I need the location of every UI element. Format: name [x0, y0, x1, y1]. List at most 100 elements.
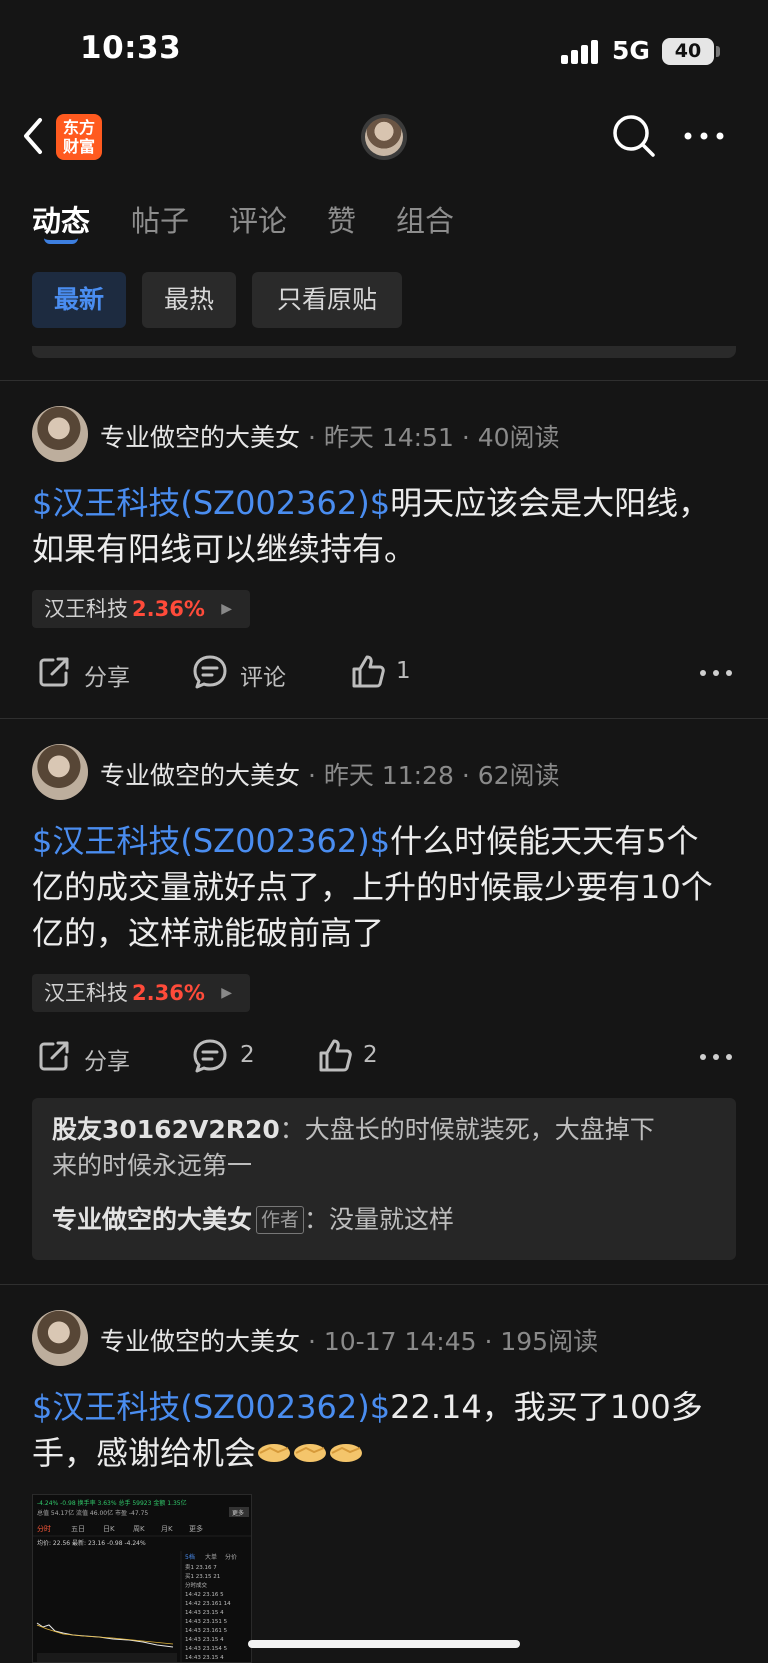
home-indicator: [248, 1640, 520, 1648]
stock-change: 2.36%: [132, 981, 205, 1005]
logo-line2: 财富: [62, 137, 95, 156]
content-line: 如果有阳线可以继续持有。: [32, 530, 417, 568]
comment-label: 评论: [240, 665, 286, 691]
stock-quote-chip[interactable]: 汉王科技 2.36% ▶: [32, 974, 250, 1012]
post-card[interactable]: 专业做空的大美女 · 昨天 11:28 · 62阅读 $汉王科技(SZ00236…: [0, 718, 768, 1284]
thumbs-up-icon: [352, 655, 385, 688]
thumb-side-row: 14:42 23.16 5: [185, 1592, 224, 1598]
comment-button[interactable]: 评论: [192, 654, 292, 691]
thumb-tab: 分时: [37, 1524, 51, 1533]
author-badge: 作者: [256, 1206, 305, 1234]
thumbs-up-icon: [319, 1039, 352, 1072]
battery-tip: [716, 46, 720, 57]
app-logo[interactable]: 东方 财富: [56, 114, 102, 160]
thumb-side-row: 买1 23.15 21: [185, 1572, 220, 1580]
tab-portfolio[interactable]: 组合: [396, 198, 454, 240]
author-name[interactable]: 专业做空的大美女: [100, 761, 300, 790]
share-icon: [39, 657, 69, 687]
filter-original-only[interactable]: 只看原贴: [252, 272, 402, 328]
content-line: 22.14，我买了100多: [390, 1388, 703, 1426]
avatar[interactable]: [32, 406, 88, 462]
comment-item: 股友30162V2R20：大盘长的时候就装死，大盘掉下 来的时候永远第一: [52, 1115, 655, 1180]
stock-change: 2.36%: [132, 597, 205, 621]
thumb-row3: 均价: 22.56 最新: 23.16 -0.98 -4.24%: [37, 1539, 146, 1547]
thumb-tab: 五日: [71, 1525, 85, 1533]
chip-arrow-icon: ▶: [221, 601, 232, 617]
comment-button[interactable]: 2: [192, 1038, 262, 1074]
post-time: 昨天 14:51: [323, 423, 454, 452]
search-icon[interactable]: [610, 112, 658, 160]
nav-bar: 东方 财富: [0, 100, 768, 180]
stock-tag-link[interactable]: $汉王科技(SZ002362)$: [32, 822, 390, 860]
post-content[interactable]: $汉王科技(SZ002362)$明天应该会是大阳线， 如果有阳线可以继续持有。: [32, 480, 742, 572]
network-type: 5G: [612, 36, 650, 65]
like-count: 1: [396, 658, 411, 684]
thumb-side-row: 卖1 23.16 7: [185, 1564, 217, 1571]
like-button[interactable]: 1: [350, 654, 420, 690]
thumb-row2: 总值 54.17亿 流值 46.00亿 市盈 -47.75: [37, 1509, 148, 1517]
tab-underline: [44, 238, 78, 244]
stock-tag-link[interactable]: $汉王科技(SZ002362)$: [32, 1388, 390, 1426]
avatar[interactable]: [32, 1310, 88, 1366]
thumb-more: 更多: [232, 1509, 244, 1517]
thumb-side-tab: 大单: [205, 1553, 217, 1561]
post-image-thumbnail[interactable]: -4.24% -0.98 换手率 3.63% 总手 59923 金额 1.35亿…: [32, 1494, 252, 1663]
stock-tag-link[interactable]: $汉王科技(SZ002362)$: [32, 484, 390, 522]
read-count: 62阅读: [477, 761, 560, 790]
share-button[interactable]: 分享: [36, 1038, 136, 1075]
avatar[interactable]: [32, 744, 88, 800]
comment-preview[interactable]: 股友30162V2R20：大盘长的时候就装死，大盘掉下 来的时候永远第一 专业做…: [32, 1098, 736, 1260]
post-content[interactable]: $汉王科技(SZ002362)$22.14，我买了100多 手，感谢给机会: [32, 1384, 742, 1476]
status-bar: 10:33 5G 40: [0, 0, 768, 100]
chip-arrow-icon: ▶: [221, 985, 232, 1001]
author-name[interactable]: 专业做空的大美女: [100, 423, 300, 452]
thumb-side-row: 14:43 23.154 5: [185, 1646, 228, 1652]
profile-tabs: 动态 帖子 评论 赞 组合: [0, 190, 768, 250]
post-content[interactable]: $汉王科技(SZ002362)$什么时候能天天有5个 亿的成交量就好点了，上升的…: [32, 818, 742, 956]
handshake-icon: [258, 1444, 291, 1462]
tab-comments[interactable]: 评论: [229, 198, 287, 240]
tab-likes[interactable]: 赞: [327, 198, 356, 240]
read-count: 195阅读: [500, 1327, 599, 1356]
thumb-row1: -4.24% -0.98 换手率 3.63% 总手 59923 金额 1.35亿: [37, 1499, 187, 1507]
like-count: 2: [363, 1042, 378, 1068]
content-line: 手，感谢给机会: [32, 1434, 257, 1472]
thumb-side-row: 14:43 23.161 5: [185, 1628, 228, 1634]
share-button[interactable]: 分享: [36, 654, 136, 691]
more-menu-icon[interactable]: [682, 122, 726, 150]
comment-count: 2: [240, 1042, 255, 1068]
back-icon[interactable]: [16, 114, 56, 158]
thumb-side-row: 14:42 23.161 14: [185, 1601, 231, 1607]
handshake-icon: [294, 1444, 327, 1462]
thumb-side-tab: 分价: [225, 1553, 237, 1561]
read-count: 40阅读: [477, 423, 560, 452]
commenter-name[interactable]: 股友30162V2R20: [52, 1115, 280, 1144]
comment-item: 专业做空的大美女 作者 ：没量就这样: [52, 1205, 455, 1234]
stock-quote-chip[interactable]: 汉王科技 2.36% ▶: [32, 590, 250, 628]
filter-bottom-bar: [32, 346, 736, 358]
author-name[interactable]: 专业做空的大美女: [100, 1327, 300, 1356]
commenter-name[interactable]: 专业做空的大美女: [52, 1205, 252, 1234]
filter-chips: 最新 最热 只看原贴: [0, 272, 768, 332]
post-more-icon[interactable]: [700, 1054, 734, 1062]
post-more-icon[interactable]: [700, 670, 734, 678]
share-icon: [39, 1041, 69, 1071]
share-label: 分享: [84, 665, 130, 691]
tab-posts[interactable]: 帖子: [131, 198, 189, 240]
signal-icon: [561, 40, 601, 64]
post-card[interactable]: 专业做空的大美女 · 昨天 14:51 · 40阅读 $汉王科技(SZ00236…: [0, 380, 768, 718]
post-time: 昨天 11:28: [323, 761, 454, 790]
thumb-tab: 周K: [133, 1525, 145, 1533]
battery-icon: 40: [662, 38, 714, 65]
filter-latest[interactable]: 最新: [32, 272, 126, 328]
like-button[interactable]: 2: [317, 1038, 387, 1074]
nav-avatar[interactable]: [361, 114, 407, 160]
tab-dynamic[interactable]: 动态: [32, 198, 90, 240]
thumb-tab: 更多: [189, 1524, 203, 1533]
filter-hot[interactable]: 最热: [142, 272, 236, 328]
comment-icon: [193, 655, 227, 689]
thumb-side-row: 分时成交: [185, 1581, 208, 1589]
content-line: 明天应该会是大阳线，: [390, 484, 711, 522]
content-line: 亿的成交量就好点了，上升的时候最少要有10个: [32, 868, 713, 906]
thumb-side-row: 14:43 23.15 4: [185, 1655, 224, 1661]
